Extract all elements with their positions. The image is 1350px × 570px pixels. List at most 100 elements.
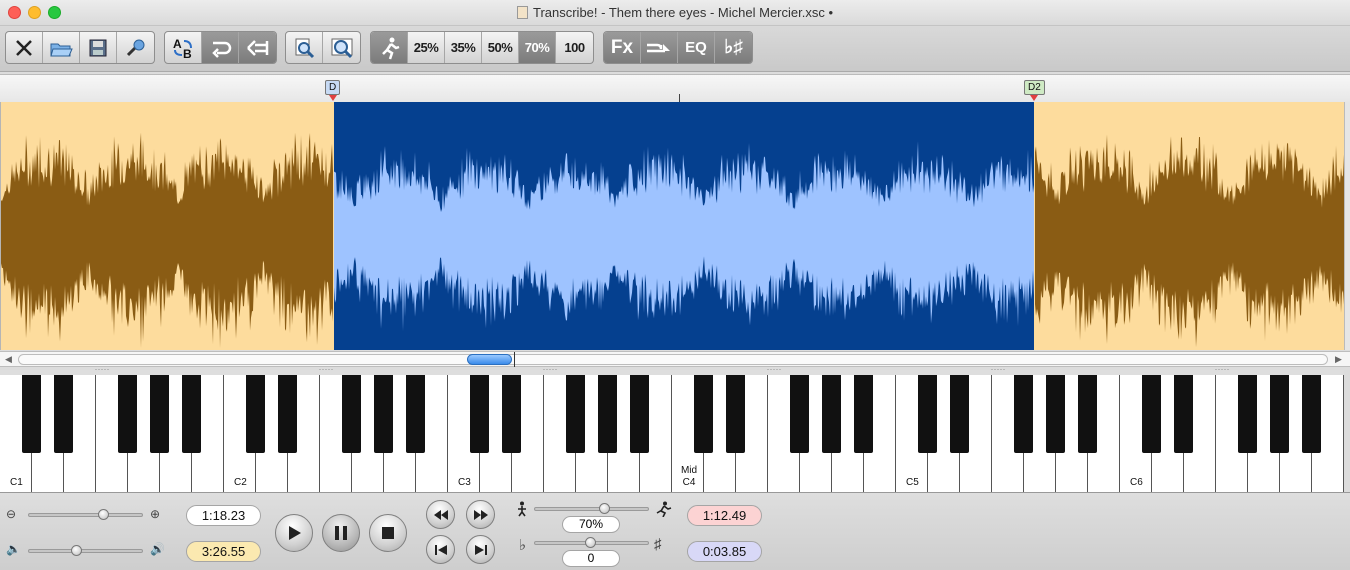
marker-d2[interactable]: D2 [1024,80,1045,101]
black-key[interactable] [566,375,585,453]
speed-100-button[interactable]: 100 [556,32,593,63]
black-key[interactable] [1238,375,1257,453]
zoom-fit-icon [331,38,352,58]
speed-slider-knob[interactable] [599,503,610,514]
black-key[interactable] [726,375,745,453]
skip-previous-icon [434,544,447,555]
filter-button[interactable] [641,32,678,63]
pitch-value[interactable]: 0 [562,550,620,567]
flat-icon[interactable]: ♭ [519,536,526,554]
black-key[interactable] [150,375,169,453]
piano-keyboard[interactable]: C1 C2 C3 Mid C4 C5 C6 [0,370,1344,492]
black-key[interactable] [54,375,73,453]
key-label-c1: C1 [10,477,23,488]
rewind-button[interactable] [426,500,455,529]
marker-d[interactable]: D [325,80,341,101]
black-key[interactable] [598,375,617,453]
zoom-slider-track[interactable] [28,513,143,517]
black-key[interactable] [182,375,201,453]
black-key[interactable] [630,375,649,453]
eq-button[interactable]: EQ [678,32,715,63]
playhead-position-line [514,352,515,367]
volume-high-icon[interactable]: 🔊 [150,542,165,556]
black-key[interactable] [790,375,809,453]
black-key[interactable] [246,375,265,453]
window-title-wrap: Transcribe! - Them there eyes - Michel M… [0,5,1350,20]
loop-start-time[interactable]: 1:12.49 [687,505,762,526]
pause-button[interactable] [322,514,360,552]
speed-35-button[interactable]: 35% [445,32,482,63]
jump-back-button[interactable] [239,32,276,63]
black-key[interactable] [374,375,393,453]
zoom-fit-button[interactable] [323,32,360,63]
speed-value[interactable]: 70% [562,516,620,533]
title-bar: Transcribe! - Them there eyes - Michel M… [0,0,1350,26]
timeline-ruler[interactable]: D D2 [0,74,1350,103]
black-key[interactable] [822,375,841,453]
black-key[interactable] [118,375,137,453]
properties-button[interactable] [117,32,154,63]
position-time[interactable]: 1:18.23 [186,505,261,526]
zoom-slider-knob[interactable] [98,509,109,520]
volume-low-icon[interactable]: 🔈 [6,542,21,556]
play-icon [289,526,301,540]
black-key[interactable] [1270,375,1289,453]
black-key[interactable] [1174,375,1193,453]
black-key[interactable] [22,375,41,453]
black-key[interactable] [854,375,873,453]
document-icon [516,6,528,19]
speed-50-button[interactable]: 50% [482,32,519,63]
pitch-slider-knob[interactable] [585,537,596,548]
transpose-button[interactable]: ♭♯ [715,32,752,63]
scroll-thumb[interactable] [467,354,512,365]
loop-length-time[interactable]: 0:03.85 [687,541,762,562]
scroll-left-arrow-icon[interactable]: ◀ [5,354,12,365]
black-key[interactable] [1078,375,1097,453]
sharp-icon[interactable]: ♯ [654,536,662,553]
speed-70-button[interactable]: 70% [519,32,556,63]
previous-marker-button[interactable] [426,535,455,564]
speed-toggle-button[interactable] [371,32,408,63]
key-label-mid: Mid [680,465,698,476]
fx-button[interactable]: Fx [604,32,641,63]
speed-slider-track[interactable] [534,507,649,511]
black-key[interactable] [278,375,297,453]
black-key[interactable] [918,375,937,453]
play-button[interactable] [275,514,313,552]
zoom-in-small-icon[interactable]: ⊕ [150,507,160,521]
horizontal-scrollbar[interactable]: ◀ ▶ [0,351,1350,367]
black-key[interactable] [470,375,489,453]
walking-slow-icon[interactable] [516,501,528,520]
waveform-segment [334,141,1034,332]
black-key[interactable] [1302,375,1321,453]
volume-slider-knob[interactable] [71,545,82,556]
black-key[interactable] [406,375,425,453]
black-key[interactable] [1014,375,1033,453]
skip-next-icon [474,544,487,555]
speed-25-button[interactable]: 25% [408,32,445,63]
save-disk-icon [89,39,107,56]
volume-slider-track[interactable] [28,549,143,553]
zoom-out-icon[interactable]: ⊖ [6,507,16,521]
save-button[interactable] [80,32,117,63]
stop-button[interactable] [369,514,407,552]
black-key[interactable] [1046,375,1065,453]
scroll-track[interactable] [18,354,1328,365]
file-toolbar-group [5,31,155,64]
loop-button[interactable] [202,32,239,63]
scroll-right-arrow-icon[interactable]: ▶ [1335,354,1342,365]
ab-loop-button[interactable]: AB [165,32,202,63]
open-button[interactable] [43,32,80,63]
black-key[interactable] [342,375,361,453]
close-button[interactable] [6,32,43,63]
fast-forward-button[interactable] [466,500,495,529]
black-key[interactable] [950,375,969,453]
running-fast-icon[interactable] [654,501,672,520]
black-key[interactable] [1142,375,1161,453]
black-key[interactable] [694,375,713,453]
next-marker-button[interactable] [466,535,495,564]
zoom-in-button[interactable] [286,32,323,63]
black-key[interactable] [502,375,521,453]
waveform-view[interactable] [0,102,1344,350]
fx-toolbar-group: Fx EQ ♭♯ [603,31,753,64]
